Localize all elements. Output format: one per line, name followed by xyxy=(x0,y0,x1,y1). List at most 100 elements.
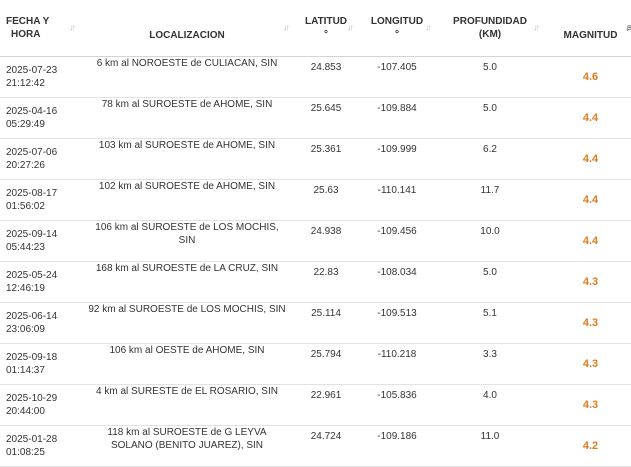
cell-longitude: -110.141 xyxy=(358,179,436,221)
cell-time: 05:44:23 xyxy=(6,242,45,253)
sort-arrows-icon[interactable]: ↓↑ xyxy=(533,22,540,35)
cell-time: 21:12:42 xyxy=(6,78,45,89)
table-row[interactable]: 2025-09-14 05:44:23 106 km al SUROESTE de … xyxy=(0,220,631,262)
cell-location: 168 km al SUROESTE de LA CRUZ, SIN xyxy=(80,261,294,303)
cell-magnitude: 4.4 xyxy=(544,179,631,221)
cell-magnitude: 4.3 xyxy=(544,343,631,385)
header-longitude-label: LONGITUD ° xyxy=(370,16,424,40)
cell-depth: 4.0 xyxy=(436,384,544,426)
sort-arrows-icon[interactable]: ↓↑ xyxy=(283,22,290,35)
cell-latitude: 24.724 xyxy=(294,425,358,467)
cell-depth: 3.3 xyxy=(436,343,544,385)
cell-datetime: 2025-04-16 05:29:49 xyxy=(0,97,80,139)
sort-arrows-icon[interactable]: ↓↑ xyxy=(425,22,432,35)
table-row[interactable]: 2025-08-17 01:56:02 102 km al SUROESTE de … xyxy=(0,179,631,221)
cell-longitude: -109.513 xyxy=(358,302,436,344)
header-location[interactable]: LOCALIZACION ↓↑ xyxy=(80,0,294,57)
cell-magnitude: 4.3 xyxy=(544,261,631,303)
cell-time: 23:06:09 xyxy=(6,324,45,335)
cell-depth: 6.2 xyxy=(436,138,544,180)
cell-datetime: 2025-09-18 01:14:37 xyxy=(0,343,80,385)
cell-magnitude: 4.4 xyxy=(544,138,631,180)
cell-datetime: 2025-01-28 01:08:25 xyxy=(0,425,80,467)
cell-datetime: 2025-08-17 01:56:02 xyxy=(0,179,80,221)
cell-latitude: 25.63 xyxy=(294,179,358,221)
cell-date: 2025-07-06 xyxy=(6,147,58,158)
header-date-label: FECHA Y HORA xyxy=(6,16,50,40)
cell-latitude: 24.938 xyxy=(294,220,358,262)
cell-datetime: 2025-09-14 05:44:23 xyxy=(0,220,80,262)
cell-latitude: 25.361 xyxy=(294,138,358,180)
cell-magnitude: 4.6 xyxy=(544,56,631,98)
cell-longitude: -108.034 xyxy=(358,261,436,303)
cell-longitude: -109.456 xyxy=(358,220,436,262)
cell-date: 2025-10-29 xyxy=(6,393,58,404)
cell-latitude: 25.645 xyxy=(294,97,358,139)
cell-depth: 10.0 xyxy=(436,220,544,262)
cell-location: 118 km al SUROESTE de G LEYVA SOLANO (BE… xyxy=(80,425,294,467)
cell-datetime: 2025-10-29 20:44:00 xyxy=(0,384,80,426)
cell-longitude: -109.186 xyxy=(358,425,436,467)
cell-longitude: -105.836 xyxy=(358,384,436,426)
table-row[interactable]: 2025-04-16 05:29:49 78 km al SUROESTE de A… xyxy=(0,97,631,139)
cell-magnitude: 4.2 xyxy=(544,425,631,467)
cell-time: 20:44:00 xyxy=(6,406,45,417)
cell-depth: 11.7 xyxy=(436,179,544,221)
cell-time: 12:46:19 xyxy=(6,283,45,294)
header-row: FECHA Y HORA ↓↑ LOCALIZACION ↓↑ LATITUD ° … xyxy=(0,0,631,57)
cell-longitude: -109.999 xyxy=(358,138,436,180)
cell-location: 6 km al NOROESTE de CULIACAN, SIN xyxy=(80,56,294,98)
cell-datetime: 2025-07-06 20:27:26 xyxy=(0,138,80,180)
cell-latitude: 22.83 xyxy=(294,261,358,303)
cell-location: 4 km al SURESTE de EL ROSARIO, SIN xyxy=(80,384,294,426)
header-magnitude[interactable]: MAGNITUD ↓≡ xyxy=(544,0,631,57)
table-body: 2025-07-23 21:12:42 6 km al NOROESTE de CU… xyxy=(0,56,631,467)
cell-date: 2025-04-16 xyxy=(6,106,58,117)
table-row[interactable]: 2025-06-14 23:06:09 92 km al SUROESTE de L… xyxy=(0,302,631,344)
cell-longitude: -107.405 xyxy=(358,56,436,98)
table-row[interactable]: 2025-01-28 01:08:25 118 km al SUROESTE de … xyxy=(0,425,631,467)
cell-datetime: 2025-06-14 23:06:09 xyxy=(0,302,80,344)
cell-date: 2025-07-23 xyxy=(6,65,58,76)
cell-location: 92 km al SUROESTE de LOS MOCHIS, SIN xyxy=(80,302,294,344)
cell-latitude: 25.114 xyxy=(294,302,358,344)
header-longitude[interactable]: LONGITUD ° ↓↑ xyxy=(358,0,436,57)
cell-date: 2025-09-14 xyxy=(6,229,58,240)
table-row[interactable]: 2025-10-29 20:44:00 4 km al SURESTE de EL … xyxy=(0,384,631,426)
cell-latitude: 22.961 xyxy=(294,384,358,426)
table-row[interactable]: 2025-07-23 21:12:42 6 km al NOROESTE de CU… xyxy=(0,56,631,98)
cell-date: 2025-05-24 xyxy=(6,270,58,281)
table-row[interactable]: 2025-09-18 01:14:37 106 km al OESTE de AHO… xyxy=(0,343,631,385)
cell-latitude: 24.853 xyxy=(294,56,358,98)
sort-arrows-icon[interactable]: ↓↑ xyxy=(69,22,76,35)
header-date[interactable]: FECHA Y HORA ↓↑ xyxy=(0,0,80,57)
header-latitude-label: LATITUD ° xyxy=(304,16,348,40)
sort-arrows-icon[interactable]: ↓↑ xyxy=(347,22,354,35)
cell-longitude: -109.884 xyxy=(358,97,436,139)
cell-location: 106 km al OESTE de AHOME, SIN xyxy=(80,343,294,385)
cell-date: 2025-08-17 xyxy=(6,188,58,199)
cell-latitude: 25.794 xyxy=(294,343,358,385)
cell-time: 05:29:49 xyxy=(6,119,45,130)
table-row[interactable]: 2025-07-06 20:27:26 103 km al SUROESTE de … xyxy=(0,138,631,180)
cell-depth: 5.0 xyxy=(436,97,544,139)
header-location-label: LOCALIZACION xyxy=(149,29,225,41)
cell-date: 2025-06-14 xyxy=(6,311,58,322)
earthquake-table: FECHA Y HORA ↓↑ LOCALIZACION ↓↑ LATITUD ° … xyxy=(0,0,631,467)
header-depth[interactable]: PROFUNDIDAD (KM) ↓↑ xyxy=(436,0,544,57)
cell-longitude: -110.218 xyxy=(358,343,436,385)
table-row[interactable]: 2025-05-24 12:46:19 168 km al SUROESTE de … xyxy=(0,261,631,303)
header-magnitude-label: MAGNITUD xyxy=(563,29,618,41)
cell-datetime: 2025-07-23 21:12:42 xyxy=(0,56,80,98)
header-latitude[interactable]: LATITUD ° ↓↑ xyxy=(294,0,358,57)
cell-time: 01:56:02 xyxy=(6,201,45,212)
cell-time: 01:08:25 xyxy=(6,447,45,458)
cell-date: 2025-09-18 xyxy=(6,352,58,363)
cell-magnitude: 4.3 xyxy=(544,302,631,344)
cell-location: 103 km al SUROESTE de AHOME, SIN xyxy=(80,138,294,180)
cell-depth: 5.1 xyxy=(436,302,544,344)
cell-location: 78 km al SUROESTE de AHOME, SIN xyxy=(80,97,294,139)
cell-datetime: 2025-05-24 12:46:19 xyxy=(0,261,80,303)
sort-descending-icon[interactable]: ↓≡ xyxy=(625,22,631,35)
header-depth-label: PROFUNDIDAD (KM) xyxy=(453,16,527,40)
